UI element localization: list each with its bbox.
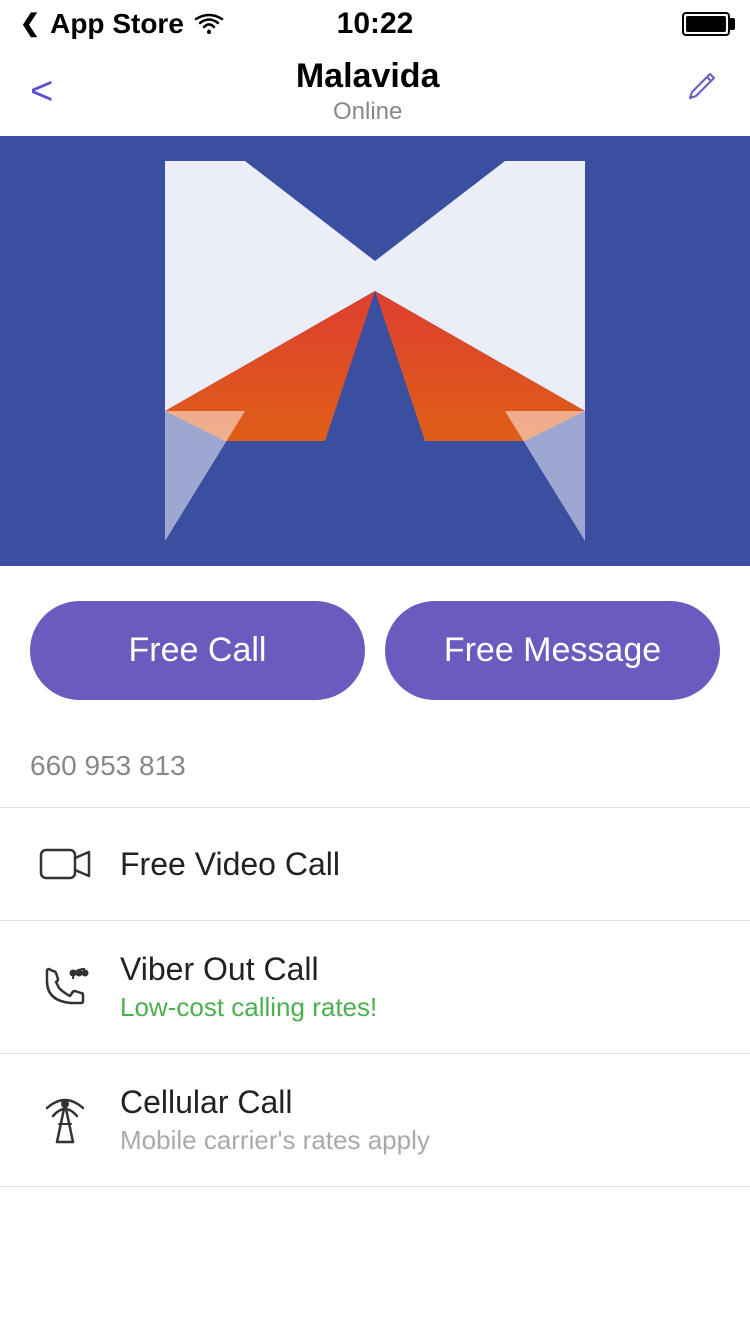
viber-out-icon — [30, 961, 100, 1013]
back-chevron-small: ❮ — [20, 9, 40, 38]
video-call-option[interactable]: Free Video Call — [0, 808, 750, 921]
action-buttons: Free Call Free Message — [0, 566, 750, 735]
video-call-title: Free Video Call — [120, 846, 340, 883]
cellular-subtitle: Mobile carrier's rates apply — [120, 1125, 430, 1156]
video-camera-icon — [39, 838, 91, 890]
malavida-logo — [165, 161, 585, 541]
free-call-button[interactable]: Free Call — [30, 601, 365, 700]
status-right — [682, 12, 730, 36]
cellular-icon — [30, 1094, 100, 1146]
profile-image — [0, 136, 750, 566]
edit-icon — [682, 68, 720, 106]
status-time: 10:22 — [337, 7, 414, 41]
viber-out-text: Viber Out Call Low-cost calling rates! — [120, 951, 377, 1023]
cellular-title: Cellular Call — [120, 1084, 430, 1121]
video-call-icon — [30, 838, 100, 890]
app-store-label: App Store — [50, 8, 184, 40]
cell-tower-icon — [39, 1094, 91, 1146]
cellular-text: Cellular Call Mobile carrier's rates app… — [120, 1084, 430, 1156]
back-button[interactable]: < — [30, 69, 53, 114]
battery-icon — [682, 12, 730, 36]
wifi-icon — [194, 13, 224, 35]
free-message-button[interactable]: Free Message — [385, 601, 720, 700]
status-bar: ❮ App Store 10:22 — [0, 0, 750, 47]
nav-bar: < Malavida Online — [0, 47, 750, 136]
viber-out-option[interactable]: Viber Out Call Low-cost calling rates! — [0, 921, 750, 1054]
contact-status: Online — [296, 98, 440, 126]
viber-out-subtitle: Low-cost calling rates! — [120, 992, 377, 1023]
phone-section: 660 953 813 — [0, 735, 750, 808]
cellular-option[interactable]: Cellular Call Mobile carrier's rates app… — [0, 1054, 750, 1187]
contact-name: Malavida — [296, 57, 440, 96]
phone-dots-icon — [39, 961, 91, 1013]
viber-out-title: Viber Out Call — [120, 951, 377, 988]
logo-container — [165, 161, 585, 541]
nav-center: Malavida Online — [296, 57, 440, 126]
status-left: ❮ App Store — [20, 8, 224, 40]
battery-fill — [686, 16, 726, 32]
video-call-text: Free Video Call — [120, 846, 340, 883]
options-list: Free Video Call Viber Out Call Low-cost … — [0, 808, 750, 1187]
edit-button[interactable] — [682, 68, 720, 115]
phone-number: 660 953 813 — [30, 750, 720, 782]
